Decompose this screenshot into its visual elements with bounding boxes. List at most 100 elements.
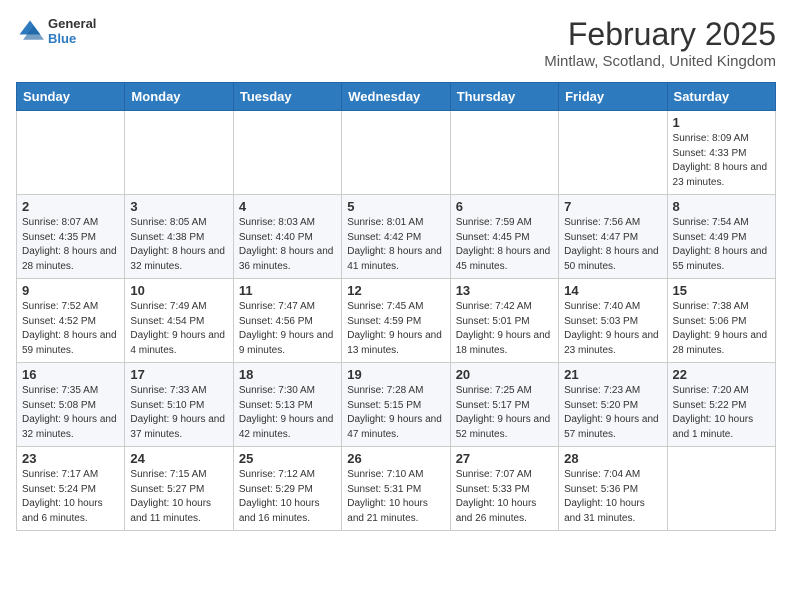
day-number: 8: [673, 199, 770, 214]
day-info: Sunrise: 7:45 AM Sunset: 4:59 PM Dayligh…: [347, 300, 444, 358]
calendar-cell: 19Sunrise: 7:28 AM Sunset: 5:15 PM Dayli…: [342, 363, 450, 447]
calendar-cell: 8 Sunrise: 7:54 AM Sunset: 4:49 PM Daylig…: [667, 195, 775, 279]
day-info: Sunrise: 7:49 AM Sunset: 4:54 PM Dayligh…: [130, 300, 227, 358]
day-info: Sunrise: 8:05 AM Sunset: 4:38 PM Dayligh…: [130, 216, 227, 274]
day-info: Sunrise: 7:54 AM Sunset: 4:49 PM Dayligh…: [673, 216, 770, 274]
day-number: 23: [22, 451, 119, 466]
weekday-header-sunday: Sunday: [17, 83, 125, 111]
day-number: 18: [239, 367, 336, 382]
calendar-cell: 10 Sunrise: 7:49 AM Sunset: 4:54 PM Dayli…: [125, 279, 233, 363]
title-block: February 2025 Mintlaw, Scotland, United …: [544, 16, 776, 70]
day-number: 14: [564, 283, 661, 298]
day-info: Sunrise: 7:56 AM Sunset: 4:47 PM Dayligh…: [564, 216, 661, 274]
week-row-1: 1Sunrise: 8:09 AM Sunset: 4:33 PM Daylig…: [17, 111, 776, 195]
week-row-4: 16 Sunrise: 7:35 AM Sunset: 5:08 PM Dayli…: [17, 363, 776, 447]
day-number: 5: [347, 199, 444, 214]
day-number: 17: [130, 367, 227, 382]
day-number: 27: [456, 451, 553, 466]
day-number: 1: [673, 115, 770, 130]
calendar-cell: 5 Sunrise: 8:01 AM Sunset: 4:42 PM Daylig…: [342, 195, 450, 279]
weekday-header-thursday: Thursday: [450, 83, 558, 111]
day-info: Sunrise: 7:47 AM Sunset: 4:56 PM Dayligh…: [239, 300, 336, 358]
day-number: 20: [456, 367, 553, 382]
calendar-cell: 4 Sunrise: 8:03 AM Sunset: 4:40 PM Daylig…: [233, 195, 341, 279]
calendar-cell: 13Sunrise: 7:42 AM Sunset: 5:01 PM Dayli…: [450, 279, 558, 363]
location: Mintlaw, Scotland, United Kingdom: [544, 53, 776, 70]
day-number: 2: [22, 199, 119, 214]
calendar-cell: 3 Sunrise: 8:05 AM Sunset: 4:38 PM Daylig…: [125, 195, 233, 279]
day-number: 7: [564, 199, 661, 214]
weekday-header-friday: Friday: [559, 83, 667, 111]
calendar-cell: 20 Sunrise: 7:25 AM Sunset: 5:17 PM Dayli…: [450, 363, 558, 447]
day-number: 28: [564, 451, 661, 466]
calendar-cell: 21Sunrise: 7:23 AM Sunset: 5:20 PM Dayli…: [559, 363, 667, 447]
calendar-cell: [17, 111, 125, 195]
calendar-cell: [667, 447, 775, 531]
calendar: SundayMondayTuesdayWednesdayThursdayFrid…: [16, 82, 776, 531]
calendar-cell: 17 Sunrise: 7:33 AM Sunset: 5:10 PM Dayli…: [125, 363, 233, 447]
weekday-header-saturday: Saturday: [667, 83, 775, 111]
week-row-3: 9 Sunrise: 7:52 AM Sunset: 4:52 PM Daylig…: [17, 279, 776, 363]
calendar-cell: 6 Sunrise: 7:59 AM Sunset: 4:45 PM Daylig…: [450, 195, 558, 279]
calendar-cell: 26 Sunrise: 7:10 AM Sunset: 5:31 PM Dayli…: [342, 447, 450, 531]
day-info: Sunrise: 7:25 AM Sunset: 5:17 PM Dayligh…: [456, 384, 553, 442]
day-info: Sunrise: 7:17 AM Sunset: 5:24 PM Dayligh…: [22, 468, 119, 526]
day-number: 9: [22, 283, 119, 298]
calendar-cell: [125, 111, 233, 195]
day-info: Sunrise: 7:04 AM Sunset: 5:36 PM Dayligh…: [564, 468, 661, 526]
day-info: Sunrise: 7:52 AM Sunset: 4:52 PM Dayligh…: [22, 300, 119, 358]
day-number: 25: [239, 451, 336, 466]
calendar-cell: [342, 111, 450, 195]
day-number: 10: [130, 283, 227, 298]
weekday-header-monday: Monday: [125, 83, 233, 111]
day-info: Sunrise: 7:33 AM Sunset: 5:10 PM Dayligh…: [130, 384, 227, 442]
calendar-cell: 27Sunrise: 7:07 AM Sunset: 5:33 PM Dayli…: [450, 447, 558, 531]
page-header: General Blue February 2025 Mintlaw, Scot…: [16, 16, 776, 70]
weekday-header-row: SundayMondayTuesdayWednesdayThursdayFrid…: [17, 83, 776, 111]
calendar-cell: 9 Sunrise: 7:52 AM Sunset: 4:52 PM Daylig…: [17, 279, 125, 363]
day-info: Sunrise: 7:59 AM Sunset: 4:45 PM Dayligh…: [456, 216, 553, 274]
day-info: Sunrise: 8:01 AM Sunset: 4:42 PM Dayligh…: [347, 216, 444, 274]
day-number: 26: [347, 451, 444, 466]
day-number: 11: [239, 283, 336, 298]
day-number: 12: [347, 283, 444, 298]
day-info: Sunrise: 7:30 AM Sunset: 5:13 PM Dayligh…: [239, 384, 336, 442]
calendar-cell: 16 Sunrise: 7:35 AM Sunset: 5:08 PM Dayli…: [17, 363, 125, 447]
calendar-cell: 1Sunrise: 8:09 AM Sunset: 4:33 PM Daylig…: [667, 111, 775, 195]
calendar-cell: 11 Sunrise: 7:47 AM Sunset: 4:56 PM Dayli…: [233, 279, 341, 363]
calendar-cell: 2 Sunrise: 8:07 AM Sunset: 4:35 PM Daylig…: [17, 195, 125, 279]
calendar-cell: 12 Sunrise: 7:45 AM Sunset: 4:59 PM Dayli…: [342, 279, 450, 363]
day-number: 6: [456, 199, 553, 214]
calendar-cell: 24 Sunrise: 7:15 AM Sunset: 5:27 PM Dayli…: [125, 447, 233, 531]
calendar-cell: [233, 111, 341, 195]
calendar-cell: 14Sunrise: 7:40 AM Sunset: 5:03 PM Dayli…: [559, 279, 667, 363]
day-info: Sunrise: 7:12 AM Sunset: 5:29 PM Dayligh…: [239, 468, 336, 526]
month-title: February 2025: [544, 16, 776, 53]
day-info: Sunrise: 8:03 AM Sunset: 4:40 PM Dayligh…: [239, 216, 336, 274]
weekday-header-wednesday: Wednesday: [342, 83, 450, 111]
week-row-5: 23 Sunrise: 7:17 AM Sunset: 5:24 PM Dayli…: [17, 447, 776, 531]
day-number: 3: [130, 199, 227, 214]
day-info: Sunrise: 7:10 AM Sunset: 5:31 PM Dayligh…: [347, 468, 444, 526]
day-number: 24: [130, 451, 227, 466]
calendar-cell: 22Sunrise: 7:20 AM Sunset: 5:22 PM Dayli…: [667, 363, 775, 447]
day-info: Sunrise: 7:42 AM Sunset: 5:01 PM Dayligh…: [456, 300, 553, 358]
day-info: Sunrise: 7:38 AM Sunset: 5:06 PM Dayligh…: [673, 300, 770, 358]
week-row-2: 2 Sunrise: 8:07 AM Sunset: 4:35 PM Daylig…: [17, 195, 776, 279]
logo-blue: Blue: [48, 31, 96, 46]
day-info: Sunrise: 7:23 AM Sunset: 5:20 PM Dayligh…: [564, 384, 661, 442]
calendar-cell: 28 Sunrise: 7:04 AM Sunset: 5:36 PM Dayli…: [559, 447, 667, 531]
day-number: 16: [22, 367, 119, 382]
calendar-cell: 23 Sunrise: 7:17 AM Sunset: 5:24 PM Dayli…: [17, 447, 125, 531]
logo-general: General: [48, 16, 96, 31]
day-number: 4: [239, 199, 336, 214]
day-info: Sunrise: 8:07 AM Sunset: 4:35 PM Dayligh…: [22, 216, 119, 274]
calendar-cell: 7 Sunrise: 7:56 AM Sunset: 4:47 PM Daylig…: [559, 195, 667, 279]
calendar-cell: [450, 111, 558, 195]
day-info: Sunrise: 7:35 AM Sunset: 5:08 PM Dayligh…: [22, 384, 119, 442]
logo-text: General Blue: [48, 16, 96, 46]
day-info: Sunrise: 7:28 AM Sunset: 5:15 PM Dayligh…: [347, 384, 444, 442]
calendar-cell: 18 Sunrise: 7:30 AM Sunset: 5:13 PM Dayli…: [233, 363, 341, 447]
day-number: 22: [673, 367, 770, 382]
day-info: Sunrise: 7:15 AM Sunset: 5:27 PM Dayligh…: [130, 468, 227, 526]
